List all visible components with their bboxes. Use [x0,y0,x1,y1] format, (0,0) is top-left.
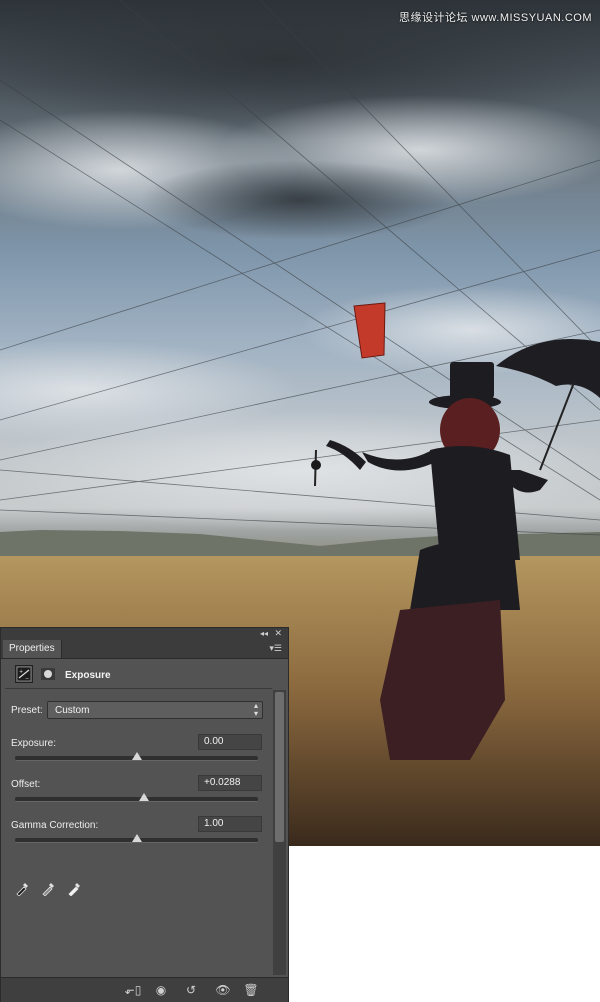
exposure-slider[interactable] [15,752,258,761]
trash-icon[interactable]: 🗑 [241,981,261,999]
watermark: 思缘设计论坛 www.MISSYUAN.COM [398,12,592,24]
gamma-correction-field[interactable]: 1.00 [198,816,262,832]
white-point-eyedropper-icon[interactable] [67,880,83,897]
gamma-correction-label: Gamma Correction: [11,820,99,831]
properties-panel: ◂◂ ✕ Properties ▾☰ + − Exposure Preset: … [0,627,289,1002]
gamma-correction-slider[interactable] [15,834,258,843]
offset-slider[interactable] [15,793,258,802]
panel-title-bar[interactable]: ◂◂ ✕ [1,628,288,640]
offset-slider-thumb[interactable] [138,793,149,801]
preset-dropdown[interactable]: Custom ▴ ▾ [47,701,263,719]
visibility-eye-icon[interactable]: 👁 [213,981,233,999]
exposure-slider-thumb[interactable] [131,752,142,760]
exposure-label: Exposure: [11,738,57,749]
adjustment-title: Exposure [65,670,111,681]
offset-label: Offset: [11,779,41,790]
panel-bottom-bar: ⬐▯ ◉ ↺ 👁 🗑 [1,977,288,1002]
close-icon[interactable]: ✕ [274,628,282,639]
preset-value: Custom [55,705,90,716]
collapse-panel-icon[interactable]: ◂◂ [260,629,268,638]
exposure-field[interactable]: 0.00 [198,734,262,750]
panel-scrollbar[interactable] [273,690,286,975]
clip-to-layer-icon[interactable]: ⬐▯ [123,981,143,999]
dark-cloud [140,160,460,240]
gray-point-eyedropper-icon[interactable] [41,880,57,897]
gamma-correction-slider-thumb[interactable] [131,834,142,842]
offset-field[interactable]: +0.0288 [198,775,262,791]
svg-text:+: + [19,669,23,675]
tab-properties[interactable]: Properties [3,640,62,658]
mask-icon[interactable] [39,665,57,683]
keys [311,460,321,470]
header-divider [5,688,272,689]
adjustment-icon[interactable]: + − [15,665,33,683]
preset-label: Preset: [11,705,43,716]
black-point-eyedropper-icon[interactable] [15,880,31,897]
view-previous-state-icon[interactable]: ◉ [151,981,171,999]
scrollbar-thumb[interactable] [275,692,284,842]
updown-arrows-icon: ▴ ▾ [253,701,258,718]
reset-icon[interactable]: ↺ [181,981,201,999]
svg-text:−: − [25,676,29,682]
panel-menu-icon[interactable]: ▾☰ [269,643,282,654]
